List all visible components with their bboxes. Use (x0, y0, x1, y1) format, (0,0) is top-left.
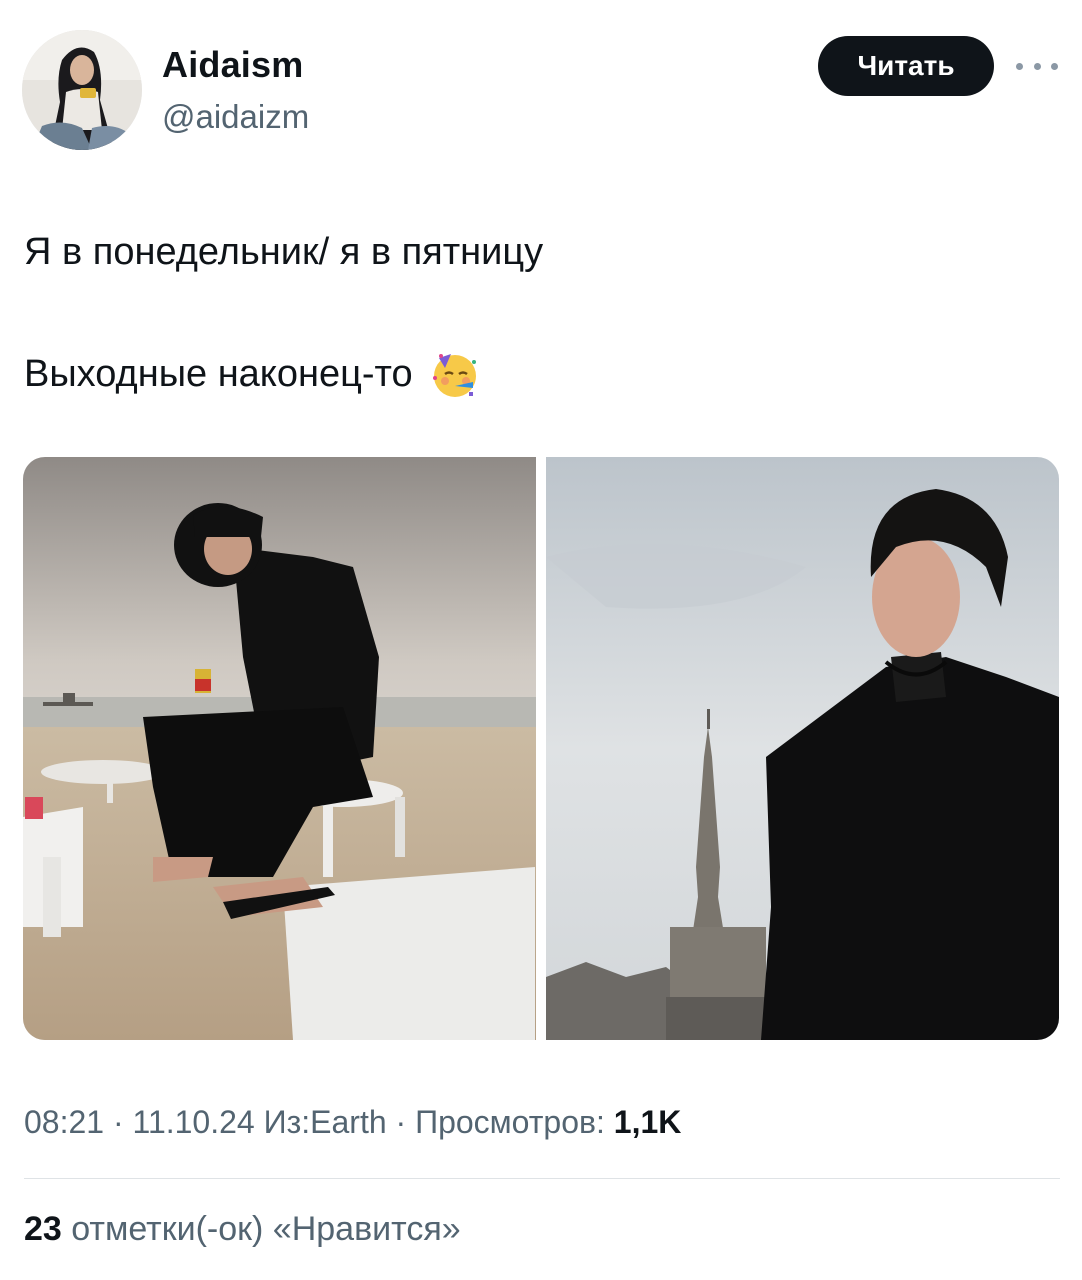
divider (24, 1178, 1060, 1179)
tweet-line-2: Выходные наконец-то (24, 353, 413, 395)
more-dot (1033, 62, 1041, 70)
likes-label: отметки(-ок) «Нравится» (61, 1210, 461, 1248)
follow-button[interactable]: Читать (818, 36, 994, 96)
tweet-header: Aidaism @aidaizm Читать (22, 30, 1062, 154)
views-label: Просмотров: (415, 1104, 614, 1140)
views-count: 1,1K (613, 1104, 682, 1140)
meta-separator: · (386, 1104, 416, 1140)
portrait-photo-image (546, 457, 1059, 1040)
meta-separator: · (104, 1104, 133, 1140)
likes-summary[interactable]: 23 отметки(-ок) «Нравится» (24, 1210, 461, 1249)
avatar[interactable] (22, 30, 142, 150)
more-options-icon[interactable] (1016, 52, 1058, 80)
photo-portrait[interactable] (546, 457, 1059, 1040)
beach-photo-image (23, 457, 536, 1040)
tweet-line-2-row: Выходные наконец-то (24, 344, 1054, 404)
likes-count: 23 (24, 1210, 62, 1248)
photo-beach[interactable] (23, 457, 536, 1040)
media-gallery (23, 457, 1059, 1040)
tweet-meta: 08:21 · 11.10.24 Из:Earth · Просмотров: … (24, 1104, 681, 1141)
more-dot (1051, 62, 1058, 70)
display-name[interactable]: Aidaism (162, 44, 303, 86)
tweet-time[interactable]: 08:21 (24, 1104, 104, 1140)
tweet-date[interactable]: 11.10.24 (133, 1104, 255, 1140)
tweet-text: Я в понедельник/ я в пятницу Выходные на… (24, 222, 1054, 404)
tweet-line-1: Я в понедельник/ я в пятницу (24, 231, 544, 273)
tweet-source: Из:Earth (254, 1104, 387, 1140)
more-dot (1016, 62, 1023, 70)
handle[interactable]: @aidaizm (162, 98, 309, 136)
partying-face-icon (432, 354, 476, 397)
avatar-photo (22, 30, 142, 150)
